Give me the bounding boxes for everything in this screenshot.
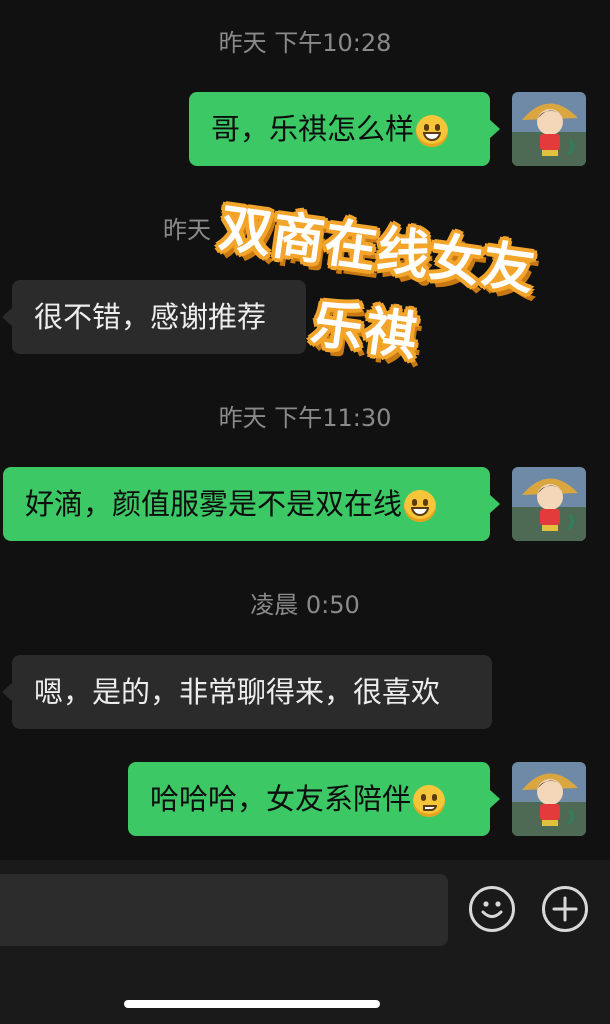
message-text: 好滴，颜值服雾是不是双在线 [25, 487, 403, 521]
smiley-icon [481, 901, 503, 918]
plus-button[interactable] [542, 886, 588, 932]
timestamp: 昨天 下午10:28 [218, 29, 392, 57]
message-text: 嗯，是的，非常聊得来，很喜欢 [34, 675, 441, 709]
avatar[interactable] [512, 467, 586, 541]
grinning-teeth-emoji-icon [416, 115, 449, 147]
message-text: 哈哈哈，女友系陪伴 [150, 782, 412, 816]
avatar[interactable] [512, 92, 586, 166]
message-bubble-outgoing[interactable]: 哈哈哈，女友系陪伴 [128, 762, 500, 836]
smirking-face-emoji-icon [413, 785, 446, 817]
grinning-face-emoji-icon [404, 490, 437, 522]
message-bubble-incoming[interactable]: 嗯，是的，非常聊得来，很喜欢 [2, 655, 492, 729]
home-indicator[interactable] [124, 1000, 380, 1008]
message-bubble-incoming[interactable]: 很不错，感谢推荐 [2, 280, 306, 354]
message-bubble-outgoing[interactable]: 好滴，颜值服雾是不是双在线 [3, 467, 500, 541]
message-text: 哥，乐祺怎么样 [211, 112, 415, 146]
timestamp: 凌晨 0:50 [250, 591, 360, 619]
plus-icon [552, 896, 578, 922]
message-input[interactable] [0, 874, 448, 946]
message-text: 很不错，感谢推荐 [34, 300, 267, 334]
timestamp: 昨天 [163, 216, 211, 244]
avatar[interactable] [512, 762, 586, 836]
promo-overlay-line2: 乐祺 [307, 293, 423, 369]
emoji-button[interactable] [469, 886, 515, 932]
timestamp: 昨天 下午11:30 [218, 404, 392, 432]
message-bubble-outgoing[interactable]: 哥，乐祺怎么样 [189, 92, 500, 166]
